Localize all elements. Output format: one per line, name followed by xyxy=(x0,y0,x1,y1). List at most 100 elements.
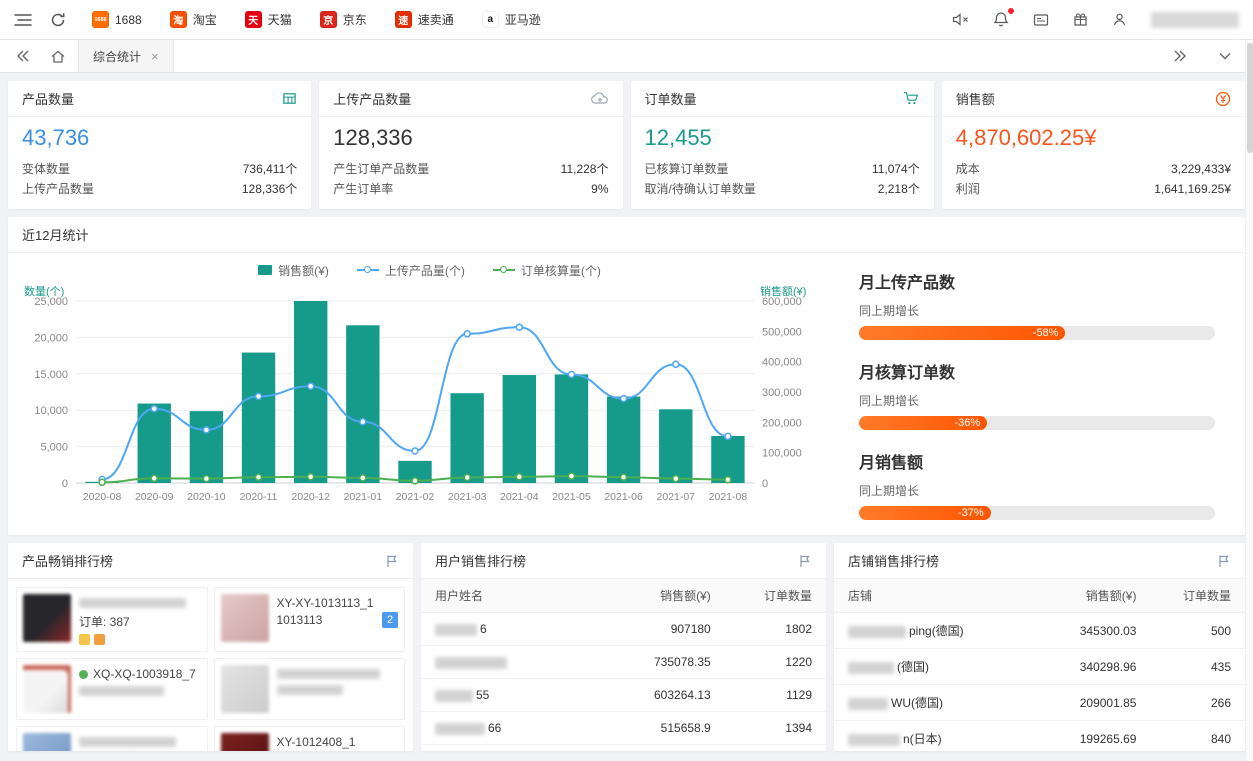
bookmark-1688[interactable]: 1688 1688 xyxy=(92,11,142,28)
column-header: 订单数量 xyxy=(725,579,826,613)
stat-sub-value: 3,229,433¥ xyxy=(1171,159,1231,179)
product-card[interactable]: XQ-XQ-1003918_7 xyxy=(16,658,208,720)
product-badges xyxy=(79,634,201,645)
legend-item-settled-orders[interactable]: 订单核算量(个) xyxy=(493,262,601,279)
orders-cell: 500 xyxy=(1150,613,1245,649)
svg-text:500,000: 500,000 xyxy=(762,326,802,338)
gift-icon[interactable] xyxy=(1073,12,1088,27)
tab-summary-statistics[interactable]: 综合统计 × xyxy=(78,40,174,72)
menu-icon[interactable] xyxy=(14,13,32,27)
user-sales-ranking-panel: 用户销售排行榜 用户姓名 销售额(¥) 订单数量 6 907180 xyxy=(421,543,826,751)
growth-subtitle: 同上期增长 xyxy=(859,302,1215,319)
sales-cell: 209001.85 xyxy=(1031,685,1150,721)
orders-cell: 1394 xyxy=(725,712,826,745)
panel-title: 近12月统计 xyxy=(22,225,88,244)
redacted-name xyxy=(435,723,485,735)
svg-text:2021-01: 2021-01 xyxy=(344,491,383,503)
growth-title: 月销售额 xyxy=(859,449,1215,473)
flag-icon[interactable] xyxy=(798,554,812,568)
product-card[interactable]: 订单: 387 xyxy=(16,587,208,652)
redacted-name xyxy=(848,626,906,638)
stat-sub-value: 1,641,169.25¥ xyxy=(1154,179,1231,199)
svg-text:2021-02: 2021-02 xyxy=(396,491,435,503)
stat-label: 取消/待确认订单数量 xyxy=(645,179,756,199)
stat-label: 变体数量 xyxy=(22,159,70,179)
stat-sub-value: 11,074个 xyxy=(872,159,920,179)
site-favicon-tmall: 天 xyxy=(245,11,262,28)
blurred-text xyxy=(79,598,186,608)
home-icon[interactable] xyxy=(38,40,78,72)
table-row[interactable]: 6 907180 1802 xyxy=(421,613,826,646)
product-card[interactable]: XY-XY-1013113_1 1013113 2 xyxy=(214,587,406,652)
svg-text:2021-05: 2021-05 xyxy=(552,491,591,503)
table-row[interactable]: 66 515658.9 1394 xyxy=(421,712,826,745)
chevron-down-icon[interactable] xyxy=(1211,52,1239,60)
flag-icon[interactable] xyxy=(385,554,399,568)
product-image xyxy=(221,594,269,642)
collapse-right-icon[interactable] xyxy=(1165,50,1195,62)
column-header: 销售额(¥) xyxy=(599,579,725,613)
bookmark-taobao[interactable]: 淘 淘宝 xyxy=(170,11,217,28)
panel-title: 用户销售排行榜 xyxy=(435,551,526,570)
product-bestseller-panel: 产品畅销排行榜 订单: 387 xyxy=(8,543,413,751)
svg-text:2020-08: 2020-08 xyxy=(83,491,122,503)
bookmark-aliexpress[interactable]: 速 速卖通 xyxy=(395,11,454,28)
cloud-upload-icon xyxy=(591,91,609,106)
stat-card-sales-amount: 销售额 4,870,602.25¥ 成本3,229,433¥ 利润1,641,1… xyxy=(942,81,1245,209)
stat-value: 43,736 xyxy=(22,125,297,151)
svg-text:2020-11: 2020-11 xyxy=(240,491,278,503)
sales-cell: 735078.35 xyxy=(599,646,725,679)
panel-title: 产品畅销排行榜 xyxy=(22,551,113,570)
table-row[interactable]: WU(德国) 209001.85 266 xyxy=(834,685,1245,721)
refresh-icon[interactable] xyxy=(50,12,66,28)
legend-item-uploaded[interactable]: 上传产品量(个) xyxy=(357,262,465,279)
status-dot-icon xyxy=(79,670,88,679)
growth-bar-track: -37% xyxy=(859,506,1215,520)
stat-label: 上传产品数量 xyxy=(22,179,94,199)
bookmark-tmall[interactable]: 天 天猫 xyxy=(245,11,292,28)
line-swatch-icon xyxy=(493,269,515,271)
user-name-cell xyxy=(421,646,599,679)
vertical-scrollbar[interactable] xyxy=(1245,41,1253,761)
product-card[interactable]: XY-1012408_1 XY-1013610 xyxy=(214,726,406,751)
site-favicon-1688: 1688 xyxy=(92,11,109,28)
username-redacted[interactable] xyxy=(1151,12,1239,28)
growth-metrics: 月上传产品数 同上期增长 -58% 月核算订单数 同上期增长 -36% 月销售额… xyxy=(845,253,1245,535)
bookmark-jd[interactable]: 京 京东 xyxy=(320,11,367,28)
table-row[interactable]: 735078.35 1220 xyxy=(421,646,826,679)
table-row[interactable]: (德国) 340298.96 435 xyxy=(834,649,1245,685)
product-card[interactable] xyxy=(16,726,208,751)
svg-text:200,000: 200,000 xyxy=(762,417,802,429)
growth-block-sales: 月销售额 同上期增长 -37% xyxy=(859,449,1215,520)
legend-item-sales[interactable]: 销售额(¥) xyxy=(258,262,329,279)
bell-icon[interactable] xyxy=(993,11,1009,28)
table-row[interactable]: ping(德国) 345300.03 500 xyxy=(834,613,1245,649)
user-icon[interactable] xyxy=(1112,12,1127,27)
svg-text:10,000: 10,000 xyxy=(34,405,68,417)
speaker-muted-icon[interactable] xyxy=(952,12,969,27)
growth-subtitle: 同上期增长 xyxy=(859,392,1215,409)
product-card[interactable] xyxy=(214,658,406,720)
table-row[interactable]: 55 603264.13 1129 xyxy=(421,679,826,712)
table-row[interactable]: n(日本) 199265.69 840 xyxy=(834,721,1245,752)
card-icon[interactable] xyxy=(1033,13,1049,27)
stat-sub-value: 11,228个 xyxy=(561,159,609,179)
sales-cell: 340298.96 xyxy=(1031,649,1150,685)
user-name-cell: 6 xyxy=(421,613,599,646)
bookmark-amazon[interactable]: a 亚马逊 xyxy=(482,11,541,28)
svg-text:数量(个): 数量(个) xyxy=(24,285,64,298)
page-tab-bar: 综合统计 × xyxy=(0,40,1253,73)
grid-calendar-icon xyxy=(282,91,297,106)
product-sku: XY-XY-1013113_1 xyxy=(277,595,379,612)
bar-swatch-icon xyxy=(258,265,272,275)
collapse-left-icon[interactable] xyxy=(8,50,38,62)
column-header: 销售额(¥) xyxy=(1031,579,1150,613)
flag-icon[interactable] xyxy=(1217,554,1231,568)
scrollbar-thumb[interactable] xyxy=(1247,43,1253,153)
close-icon[interactable]: × xyxy=(151,50,159,63)
monthly-stats-chart: 05,00010,00015,00020,00025,000100,000200… xyxy=(14,283,824,511)
svg-text:5,000: 5,000 xyxy=(40,442,68,454)
svg-text:0: 0 xyxy=(762,478,768,490)
column-header: 用户姓名 xyxy=(421,579,599,613)
sales-cell: 603264.13 xyxy=(599,679,725,712)
